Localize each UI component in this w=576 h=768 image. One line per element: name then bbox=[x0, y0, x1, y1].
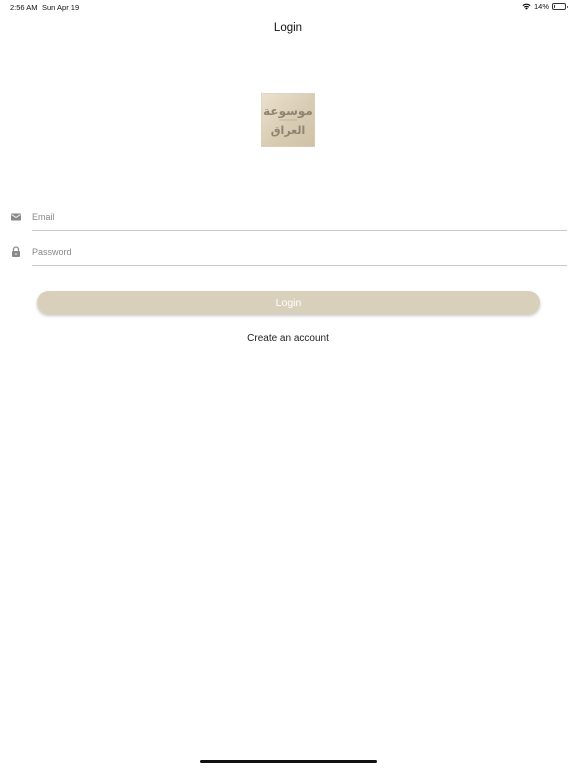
app-logo-icon: موسوعة العراق bbox=[263, 104, 313, 137]
password-input[interactable] bbox=[32, 241, 567, 263]
status-date: Sun Apr 19 bbox=[42, 3, 80, 12]
page-title: Login bbox=[273, 22, 303, 34]
create-account-link[interactable]: Create an account bbox=[0, 333, 576, 344]
home-indicator[interactable] bbox=[200, 760, 377, 763]
wifi-icon bbox=[522, 3, 531, 10]
login-button[interactable]: Login bbox=[37, 291, 540, 314]
email-underline bbox=[32, 230, 567, 231]
logo-text-line1: موسوعة bbox=[263, 104, 313, 119]
battery-icon bbox=[552, 3, 568, 10]
password-field-row bbox=[0, 235, 576, 271]
password-underline bbox=[32, 265, 567, 266]
status-right-group: 14% bbox=[522, 2, 568, 11]
email-field-row bbox=[0, 200, 576, 236]
battery-percent: 14% bbox=[533, 2, 549, 11]
login-screen: 2:56 AM Sun Apr 19 14% Login موسوعة العر… bbox=[0, 0, 576, 768]
status-time: 2:56 AM bbox=[10, 3, 38, 12]
app-logo: موسوعة العراق bbox=[261, 93, 315, 147]
battery-fill bbox=[554, 5, 556, 8]
status-bar: 2:56 AM Sun Apr 19 14% bbox=[0, 0, 576, 14]
email-input[interactable] bbox=[32, 206, 567, 228]
envelope-icon bbox=[11, 213, 21, 221]
lock-icon bbox=[12, 246, 20, 257]
logo-text-line2: العراق bbox=[271, 124, 306, 137]
